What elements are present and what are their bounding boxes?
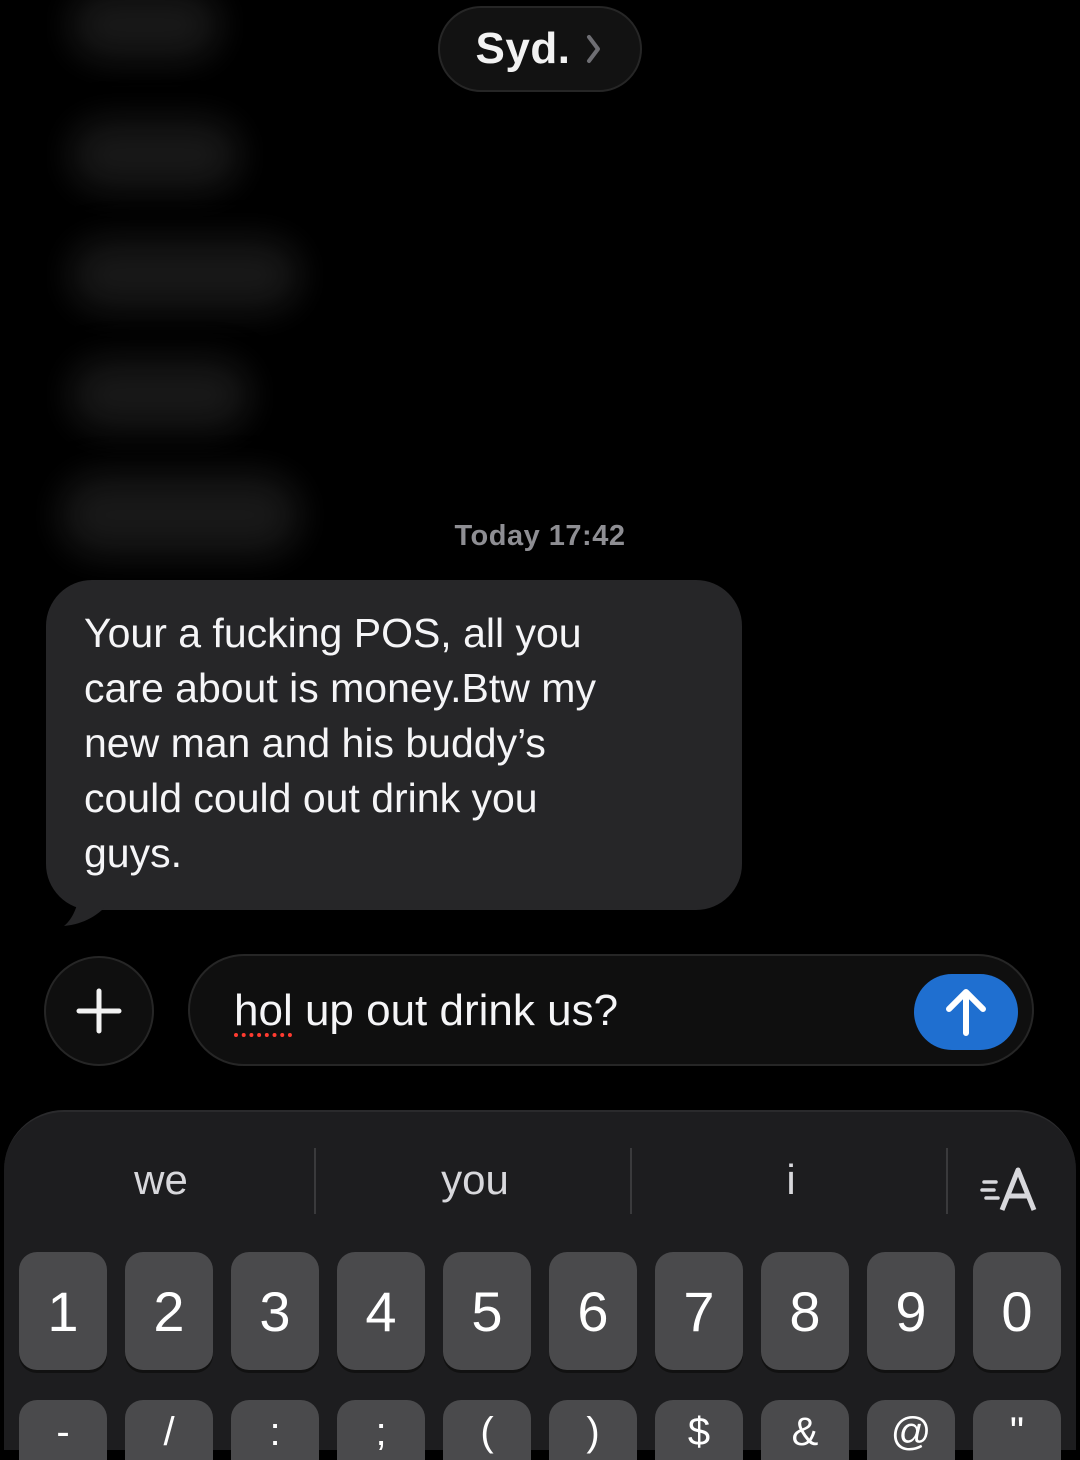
key-at-label: @ <box>890 1410 932 1454</box>
key-dash[interactable]: - <box>19 1400 107 1460</box>
chevron-right-icon <box>587 35 601 63</box>
key-ampersand[interactable]: & <box>761 1400 849 1460</box>
key-close-paren[interactable]: ) <box>549 1400 637 1460</box>
message-timestamp: Today 17:42 <box>454 520 626 552</box>
text-format-icon[interactable] <box>980 1164 1044 1214</box>
suggestion-i[interactable]: i <box>636 1156 946 1204</box>
key-slash-label: / <box>163 1410 175 1454</box>
arrow-up-icon <box>946 989 986 1036</box>
key-0[interactable]: 0 <box>973 1252 1061 1370</box>
key-dollar[interactable]: $ <box>655 1400 743 1460</box>
blurred-message <box>70 120 240 190</box>
message-text: Your a fucking POS, all you care about i… <box>84 610 596 876</box>
key-colon-label: : <box>269 1410 281 1454</box>
bubble-tail <box>64 882 112 926</box>
key-open-paren-label: ( <box>480 1410 494 1454</box>
key-2[interactable]: 2 <box>125 1252 213 1370</box>
key-4[interactable]: 4 <box>337 1252 425 1370</box>
add-attachment-button[interactable] <box>44 956 154 1066</box>
key-6[interactable]: 6 <box>549 1252 637 1370</box>
key-close-paren-label: ) <box>586 1410 600 1454</box>
suggestion-divider <box>630 1148 632 1214</box>
key-1[interactable]: 1 <box>19 1252 107 1370</box>
key-5[interactable]: 5 <box>443 1252 531 1370</box>
key-semicolon-label: ; <box>375 1410 387 1454</box>
key-quote-label: " <box>1009 1410 1025 1454</box>
contact-header-button[interactable]: Syd. <box>438 6 642 92</box>
key-9[interactable]: 9 <box>867 1252 955 1370</box>
plus-icon <box>76 988 122 1034</box>
key-at[interactable]: @ <box>867 1400 955 1460</box>
key-semicolon[interactable]: ; <box>337 1400 425 1460</box>
blurred-message <box>70 0 220 60</box>
key-open-paren[interactable]: ( <box>443 1400 531 1460</box>
suggestion-you[interactable]: you <box>320 1156 630 1204</box>
key-slash[interactable]: / <box>125 1400 213 1460</box>
key-3[interactable]: 3 <box>231 1252 319 1370</box>
blurred-message <box>70 360 250 430</box>
predictive-text-bar: we you i <box>4 1132 1076 1242</box>
contact-name: Syd. <box>475 24 571 73</box>
key-colon[interactable]: : <box>231 1400 319 1460</box>
send-button[interactable] <box>914 974 1018 1050</box>
message-input[interactable]: hol up out drink us? <box>188 954 1034 1066</box>
misspelled-word[interactable]: hol <box>234 986 293 1035</box>
message-input-text: hol up out drink us? <box>234 986 618 1036</box>
input-text-rest: up out drink us? <box>292 986 619 1035</box>
suggestion-divider <box>946 1148 948 1214</box>
key-ampersand-label: & <box>791 1410 819 1454</box>
suggestion-divider <box>314 1148 316 1214</box>
blurred-message <box>70 240 300 310</box>
key-dash-label: - <box>56 1410 70 1454</box>
key-dollar-label: $ <box>687 1410 711 1454</box>
incoming-message-bubble[interactable]: Your a fucking POS, all you care about i… <box>46 580 742 910</box>
key-quote[interactable]: " <box>973 1400 1061 1460</box>
key-8[interactable]: 8 <box>761 1252 849 1370</box>
key-7[interactable]: 7 <box>655 1252 743 1370</box>
suggestion-we[interactable]: we <box>6 1156 316 1204</box>
